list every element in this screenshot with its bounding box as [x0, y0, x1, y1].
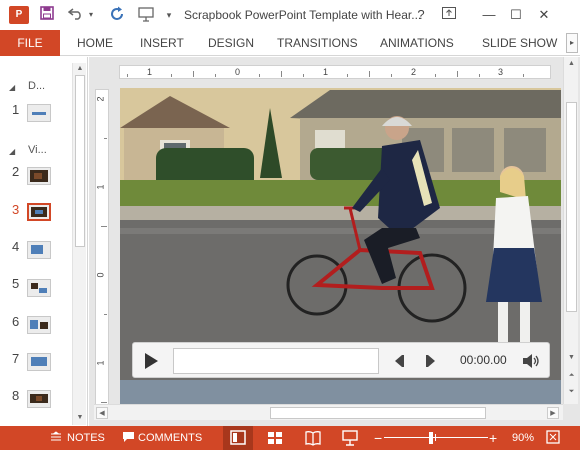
ruler-number: 1: [95, 360, 106, 366]
video-progress-bar[interactable]: [173, 348, 379, 374]
repeat-icon[interactable]: [107, 6, 127, 24]
slide-thumbnail-7[interactable]: [27, 353, 51, 371]
ruler-number: 0: [235, 67, 241, 77]
fit-slide-to-window-icon[interactable]: [546, 426, 560, 450]
scroll-down-icon[interactable]: ▼: [565, 353, 578, 363]
customize-qat-icon[interactable]: ▾: [162, 6, 176, 24]
video-frame-image: [120, 88, 561, 380]
slide-thumbnail-5[interactable]: [27, 279, 51, 297]
slide-number: 7: [12, 351, 20, 366]
window-title: Scrapbook PowerPoint Template with Hear.…: [184, 8, 422, 22]
slide-thumbnail-pane: ◢ D... 1 ◢ Vi... 2 3 4 5 6 7 8 ▲ ▼: [0, 57, 88, 426]
ruler-number: 2: [411, 67, 417, 77]
section-collapse-icon[interactable]: ◢: [9, 147, 15, 156]
slide-canvas[interactable]: [120, 88, 561, 380]
slide-number: 1: [12, 102, 20, 117]
ruler-number: 0: [95, 272, 106, 278]
step-forward-icon[interactable]: [423, 351, 439, 371]
minimize-button[interactable]: —: [479, 6, 499, 24]
video-player-controls: 00:00.00: [132, 342, 550, 378]
ruler-number: 2: [95, 96, 106, 102]
undo-icon[interactable]: [66, 6, 86, 24]
slide-sorter-icon[interactable]: [260, 426, 290, 450]
horizontal-ruler: 1 0 1 2 3: [119, 65, 551, 79]
play-icon[interactable]: [143, 351, 159, 371]
ribbon-display-options-icon[interactable]: [439, 6, 459, 24]
notes-button[interactable]: NOTES: [67, 426, 105, 450]
scroll-thumb[interactable]: [75, 75, 85, 247]
close-button[interactable]: ✕: [534, 6, 554, 24]
help-button[interactable]: ?: [411, 6, 431, 24]
ruler-number: 3: [498, 67, 504, 77]
comments-icon[interactable]: [122, 426, 135, 450]
tab-animations[interactable]: ANIMATIONS: [380, 30, 454, 56]
slide-number: 4: [12, 239, 20, 254]
editor-vertical-scrollbar[interactable]: ▲ ▼ ⏶ ⏷: [563, 57, 578, 404]
zoom-level[interactable]: 90%: [512, 426, 534, 450]
previous-slide-icon[interactable]: ⏶: [565, 371, 578, 381]
slide-show-icon[interactable]: [335, 426, 365, 450]
volume-icon[interactable]: [521, 351, 541, 371]
scroll-down-icon[interactable]: ▼: [74, 413, 86, 423]
zoom-out-button[interactable]: −: [374, 426, 382, 450]
tab-insert[interactable]: INSERT: [140, 30, 184, 56]
tab-transitions[interactable]: TRANSITIONS: [277, 30, 358, 56]
powerpoint-logo-icon: P: [9, 6, 29, 24]
slide-thumbnail-4[interactable]: [27, 241, 51, 259]
step-back-icon[interactable]: [391, 351, 407, 371]
zoom-slider[interactable]: [384, 437, 488, 438]
slide-number: 6: [12, 314, 20, 329]
scroll-up-icon[interactable]: ▲: [565, 59, 578, 69]
section-collapse-icon[interactable]: ◢: [9, 83, 15, 92]
slide-thumbnail-1[interactable]: [27, 104, 51, 122]
reading-view-icon[interactable]: [298, 426, 328, 450]
present-from-beginning-icon[interactable]: [136, 6, 156, 24]
slide-thumbnail-3[interactable]: [27, 203, 51, 221]
zoom-midpoint-tick: [435, 434, 436, 441]
slide-number: 5: [12, 276, 20, 291]
editor-horizontal-scrollbar[interactable]: ◀ ▶: [94, 404, 563, 420]
section-label[interactable]: Vi...: [28, 144, 47, 156]
scroll-up-icon[interactable]: ▲: [74, 64, 86, 74]
ribbon-scroll-right-icon[interactable]: ▸: [566, 33, 578, 53]
ruler-number: 1: [323, 67, 329, 77]
title-bar: P ▾ ▾ Scrapbook PowerPoint Template with…: [0, 0, 580, 30]
tab-slide-show[interactable]: SLIDE SHOW: [482, 30, 557, 56]
maximize-button[interactable]: ☐: [506, 6, 526, 24]
slide-thumbnail-2[interactable]: [27, 167, 51, 185]
slide-number: 8: [12, 388, 20, 403]
vertical-ruler: 2 1 0 1: [95, 89, 109, 419]
normal-view-icon[interactable]: [223, 426, 253, 450]
thumbnail-scrollbar[interactable]: ▲ ▼: [72, 63, 86, 425]
slide-thumbnail-8[interactable]: [27, 390, 51, 408]
slide-number: 3: [12, 202, 20, 217]
slide-thumbnail-6[interactable]: [27, 316, 51, 334]
slide-number: 2: [12, 164, 20, 179]
scroll-right-icon[interactable]: ▶: [547, 407, 559, 419]
video-time: 00:00.00: [460, 353, 507, 367]
ruler-number: 1: [95, 184, 106, 190]
save-icon[interactable]: [38, 6, 56, 24]
next-slide-icon[interactable]: ⏷: [565, 387, 578, 397]
zoom-slider-thumb[interactable]: [429, 432, 433, 444]
slide-editor: 1 0 1 2 3 2 1 0 1 00:00.00 ▲ ▼ ⏶ ⏷ ◀ ▶: [89, 57, 580, 426]
section-label[interactable]: D...: [28, 80, 45, 92]
tab-home[interactable]: HOME: [77, 30, 113, 56]
status-bar: NOTES COMMENTS − + 90%: [0, 426, 580, 450]
scroll-thumb[interactable]: [270, 407, 486, 419]
zoom-in-button[interactable]: +: [489, 426, 497, 450]
undo-dropdown-icon[interactable]: ▾: [86, 6, 96, 24]
notes-icon[interactable]: [50, 426, 62, 450]
comments-button[interactable]: COMMENTS: [138, 426, 202, 450]
tab-file[interactable]: FILE: [0, 30, 60, 56]
slide-bottom-strip: [120, 380, 561, 404]
tab-design[interactable]: DESIGN: [208, 30, 254, 56]
scroll-thumb[interactable]: [566, 102, 577, 312]
ribbon-tabs: FILE HOME INSERT DESIGN TRANSITIONS ANIM…: [0, 30, 580, 56]
ruler-number: 1: [147, 67, 153, 77]
scroll-left-icon[interactable]: ◀: [96, 407, 108, 419]
